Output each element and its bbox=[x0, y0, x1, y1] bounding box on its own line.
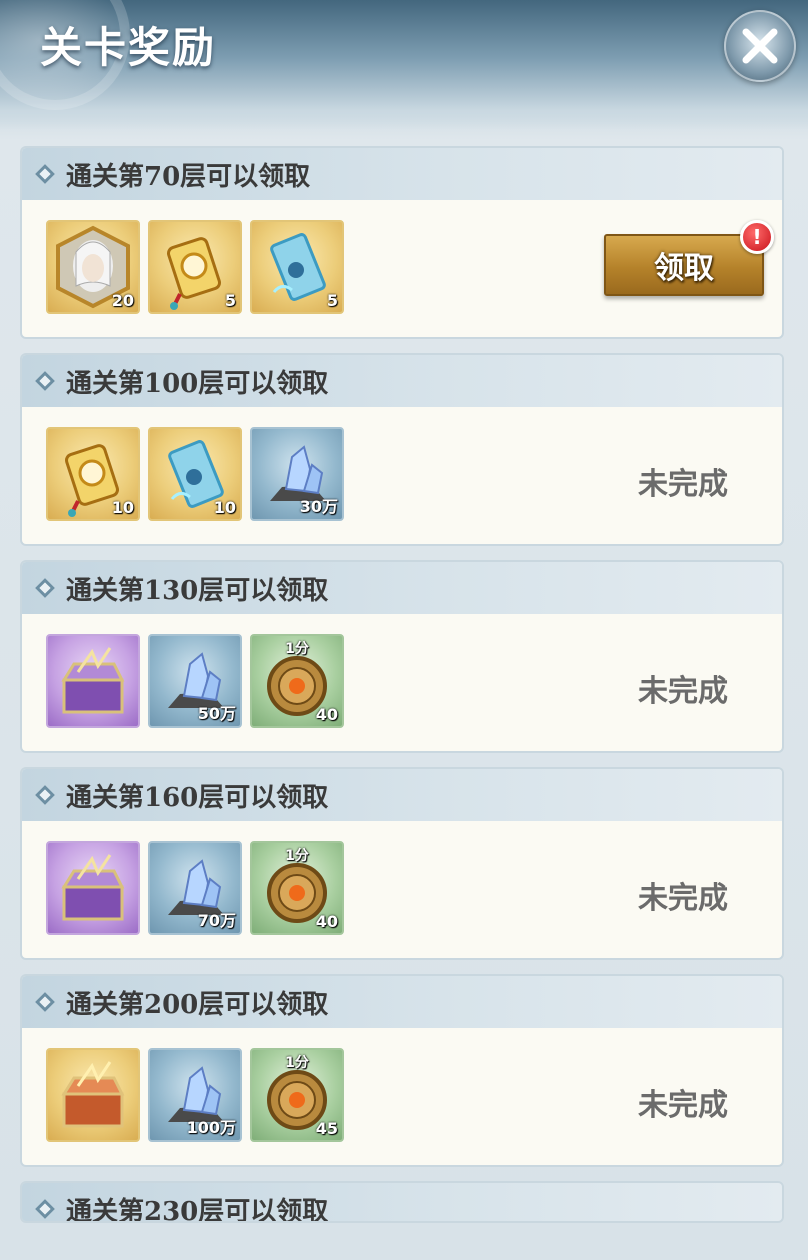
item-quantity: 5 bbox=[224, 291, 236, 310]
claim-button[interactable]: 领取 bbox=[604, 234, 764, 296]
item-tag: 1分 bbox=[285, 848, 309, 864]
item-quantity: 45 bbox=[315, 1119, 338, 1138]
item-quantity: 5 bbox=[326, 291, 338, 310]
reward-card: 通关第100层可以领取 10 10 30万 未完成 bbox=[20, 353, 784, 546]
reward-items: 100万 1分 45 bbox=[46, 1048, 344, 1142]
orange-chest-icon bbox=[61, 1061, 125, 1128]
item-tag: 1分 bbox=[285, 641, 309, 657]
purple-chest-icon bbox=[61, 854, 125, 921]
reward-requirement-title: 通关第230层可以领取 bbox=[66, 1196, 329, 1223]
reward-card-header: 通关第100层可以领取 bbox=[22, 355, 782, 407]
reward-item-slot[interactable]: 30万 bbox=[250, 427, 344, 521]
reward-card: 通关第160层可以领取 70万 1分 40 未完成 bbox=[20, 767, 784, 960]
alert-badge-icon: ! bbox=[740, 220, 774, 254]
reward-card-header: 通关第200层可以领取 bbox=[22, 976, 782, 1028]
reward-item-slot[interactable]: 1分 40 bbox=[250, 841, 344, 935]
diamond-bullet-icon bbox=[35, 992, 55, 1012]
reward-card-header: 通关第130层可以领取 bbox=[22, 562, 782, 614]
reward-item-slot[interactable] bbox=[46, 634, 140, 728]
item-quantity: 40 bbox=[315, 705, 338, 724]
close-button[interactable] bbox=[724, 10, 796, 82]
reward-requirement-title: 通关第70层可以领取 bbox=[66, 161, 311, 192]
reward-item-slot[interactable]: 100万 bbox=[148, 1048, 242, 1142]
reward-item-slot[interactable] bbox=[46, 1048, 140, 1142]
item-quantity: 50万 bbox=[197, 704, 236, 723]
close-icon bbox=[742, 28, 778, 64]
reward-item-slot[interactable]: 20 bbox=[46, 220, 140, 314]
status-incomplete-label: 未完成 bbox=[638, 1088, 728, 1123]
purple-chest-icon bbox=[61, 647, 125, 714]
reward-item-slot[interactable]: 70万 bbox=[148, 841, 242, 935]
reward-item-slot[interactable] bbox=[46, 841, 140, 935]
item-quantity: 10 bbox=[213, 498, 236, 517]
item-tag: 1分 bbox=[285, 1055, 309, 1071]
reward-card-header: 通关第160层可以领取 bbox=[22, 769, 782, 821]
status-incomplete-label: 未完成 bbox=[638, 674, 728, 709]
diamond-bullet-icon bbox=[35, 785, 55, 805]
item-quantity: 100万 bbox=[186, 1118, 236, 1137]
item-quantity: 70万 bbox=[197, 911, 236, 930]
reward-item-slot[interactable]: 5 bbox=[148, 220, 242, 314]
reward-item-slot[interactable]: 50万 bbox=[148, 634, 242, 728]
claim-button-label: 领取 bbox=[654, 251, 714, 286]
item-quantity: 30万 bbox=[299, 497, 338, 516]
reward-card: 通关第130层可以领取 50万 1分 40 未完成 bbox=[20, 560, 784, 753]
reward-requirement-title: 通关第200层可以领取 bbox=[66, 989, 329, 1020]
reward-requirement-title: 通关第160层可以领取 bbox=[66, 782, 329, 813]
reward-card-header: 通关第230层可以领取 bbox=[22, 1183, 782, 1223]
reward-card: 通关第70层可以领取 20 5 5 领取! bbox=[20, 146, 784, 339]
reward-item-slot[interactable]: 1分 40 bbox=[250, 634, 344, 728]
item-quantity: 40 bbox=[315, 912, 338, 931]
reward-item-slot[interactable]: 10 bbox=[148, 427, 242, 521]
reward-requirement-title: 通关第100层可以领取 bbox=[66, 368, 329, 399]
diamond-bullet-icon bbox=[35, 164, 55, 184]
status-incomplete-label: 未完成 bbox=[638, 881, 728, 916]
reward-item-slot[interactable]: 10 bbox=[46, 427, 140, 521]
diamond-bullet-icon bbox=[35, 371, 55, 391]
status-incomplete-label: 未完成 bbox=[638, 467, 728, 502]
reward-card: 通关第230层可以领取 bbox=[20, 1181, 784, 1223]
reward-item-slot[interactable]: 1分 45 bbox=[250, 1048, 344, 1142]
reward-card-header: 通关第70层可以领取 bbox=[22, 148, 782, 200]
item-quantity: 10 bbox=[111, 498, 134, 517]
item-quantity: 20 bbox=[111, 291, 134, 310]
reward-items: 70万 1分 40 bbox=[46, 841, 344, 935]
reward-items: 10 10 30万 bbox=[46, 427, 344, 521]
diamond-bullet-icon bbox=[35, 578, 55, 598]
diamond-bullet-icon bbox=[35, 1199, 55, 1219]
reward-list[interactable]: 通关第70层可以领取 20 5 5 领取! 通关第100层可以领取 10 10 30万 未完成 通关… bbox=[20, 146, 784, 1237]
reward-items: 20 5 5 bbox=[46, 220, 344, 314]
reward-items: 50万 1分 40 bbox=[46, 634, 344, 728]
window-title: 关卡奖励 bbox=[40, 23, 217, 72]
reward-card: 通关第200层可以领取 100万 1分 45 未完成 bbox=[20, 974, 784, 1167]
reward-requirement-title: 通关第130层可以领取 bbox=[66, 575, 329, 606]
reward-item-slot[interactable]: 5 bbox=[250, 220, 344, 314]
